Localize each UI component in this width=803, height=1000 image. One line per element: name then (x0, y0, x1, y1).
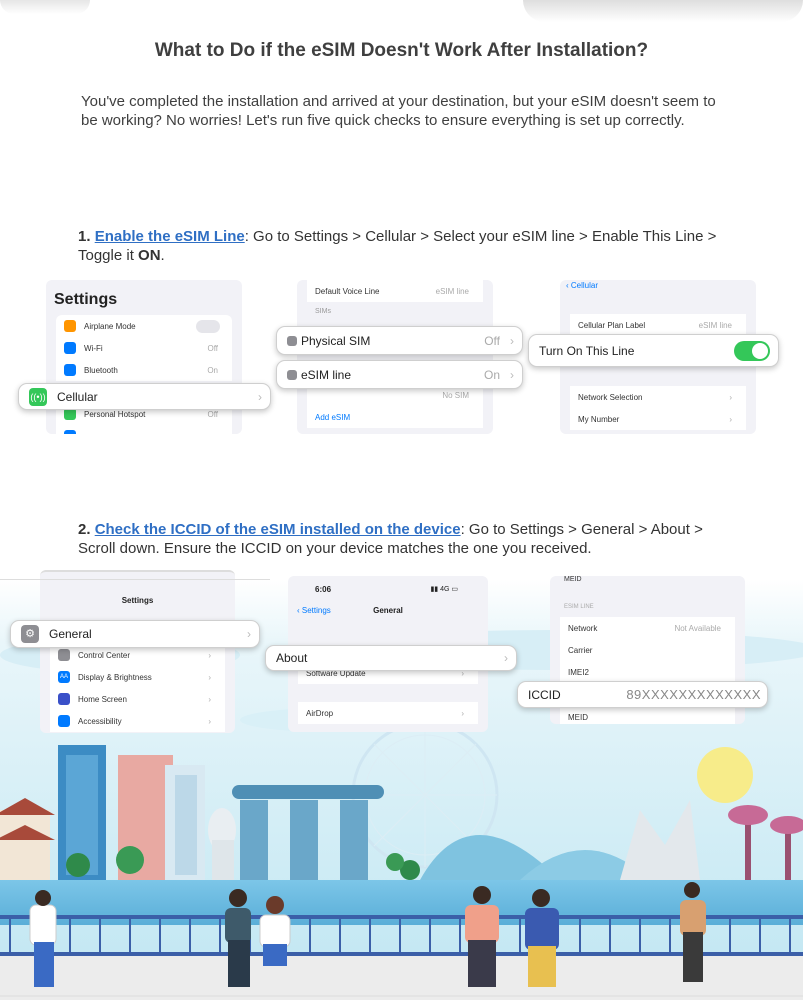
home-screen-row: Home Screen › (50, 688, 225, 710)
plan-label-row: Cellular Plan Label eSIM line (570, 314, 746, 336)
check-iccid-link[interactable]: Check the ICCID of the eSIM installed on… (95, 521, 461, 538)
bluetooth-icon (64, 364, 76, 376)
step-2-text: 2. Check the ICCID of the eSIM installed… (78, 520, 718, 558)
chevron-right-icon: › (510, 367, 514, 382)
settings-title: Settings (54, 291, 118, 308)
imei2-row: IMEI2 (560, 661, 735, 683)
chevron-right-icon: › (510, 333, 514, 348)
display-brightness-row: AA Display & Brightness › (50, 666, 225, 688)
accessibility-row: Accessibility › (50, 710, 225, 732)
meid-row: MEID (560, 706, 735, 724)
enable-esim-line-link[interactable]: Enable the eSIM Line (95, 228, 245, 245)
airplane-icon (64, 320, 76, 332)
intro-paragraph: You've completed the installation and ar… (81, 93, 716, 129)
step-1-on-label: ON (138, 247, 161, 264)
settings-screenshot: Settings Airplane Mode Wi-Fi Off Bluetoot… (46, 280, 242, 434)
my-number-row[interactable]: My Number › (570, 408, 746, 430)
cellular-callout[interactable]: ((•)) Cellular › (18, 383, 271, 410)
network-selection-row[interactable]: Network Selection › (570, 386, 746, 408)
step-1-number: 1. (78, 228, 91, 245)
cellular-screenshot: Default Voice Line eSIM line SIMs No SIM … (297, 280, 493, 434)
general-callout[interactable]: ⚙ General › (10, 620, 260, 648)
default-voice-line-row: Default Voice Line eSIM line (307, 280, 483, 302)
iccid-callout: ICCID 89XXXXXXXXXXXXX (517, 681, 768, 708)
gear-icon: ⚙ (21, 625, 39, 643)
iccid-value: 89XXXXXXXXXXXXX (626, 687, 761, 702)
network-row: Network Not Available (560, 617, 735, 639)
page-edge-shadow-right (523, 0, 803, 22)
signal-indicator: ▮▮ 4G ▭ (430, 586, 458, 593)
turn-on-this-line-callout[interactable]: Turn On This Line (528, 334, 779, 367)
sim-icon (287, 369, 297, 380)
sim-icon (287, 335, 297, 346)
turn-on-toggle[interactable] (734, 340, 770, 361)
control-center-icon (58, 649, 70, 661)
chevron-right-icon: › (247, 627, 251, 641)
airplane-toggle (196, 319, 220, 333)
cellular-icon: ((•)) (29, 387, 47, 406)
wifi-icon (64, 342, 76, 354)
airplane-mode-row: Airplane Mode (56, 315, 232, 337)
carrier-row: Carrier (560, 639, 735, 661)
wifi-row: Wi-Fi Off (56, 337, 232, 359)
status-time: 6:06 (315, 585, 332, 594)
about-callout[interactable]: About › (265, 645, 517, 671)
airdrop-row[interactable]: AirDrop › (298, 702, 478, 724)
page-title: What to Do if the eSIM Doesn't Work Afte… (154, 40, 649, 61)
step-2-number: 2. (78, 521, 91, 538)
chevron-right-icon: › (504, 651, 508, 665)
physical-sim-callout[interactable]: Physical SIM Off › (276, 326, 523, 355)
add-esim-row[interactable]: Add eSIM (307, 406, 483, 428)
esim-line-callout[interactable]: eSIM line On › (276, 360, 523, 389)
step-1-text: 1. Enable the eSIM Line: Go to Settings … (78, 228, 717, 264)
settings-general-screenshot: Settings Control Center › AA Display & Bri… (40, 570, 235, 733)
page-edge-shadow-left (0, 0, 90, 14)
back-cellular[interactable]: ‹ Cellular (566, 281, 598, 290)
bluetooth-row: Bluetooth On (56, 359, 232, 381)
accessibility-icon (58, 715, 70, 727)
chevron-right-icon: › (258, 389, 262, 404)
home-screen-icon (58, 693, 70, 705)
display-icon: AA (58, 671, 70, 683)
